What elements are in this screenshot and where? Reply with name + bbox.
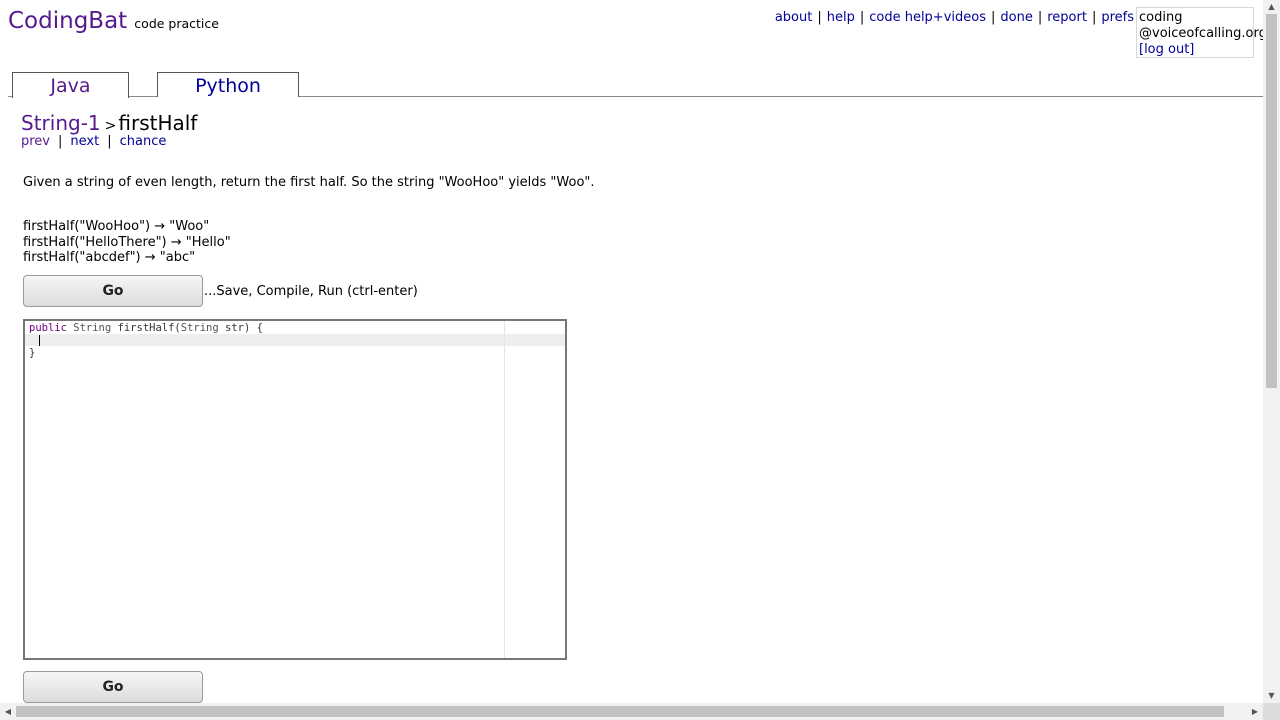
example-item: firstHalf("WooHoo") → "Woo" — [23, 219, 210, 234]
nav-separator: | — [817, 10, 822, 25]
text-cursor — [39, 335, 40, 346]
scroll-up-icon[interactable]: ▲ — [1263, 0, 1280, 14]
nav-separator: | — [107, 134, 112, 149]
tab-python[interactable]: Python — [157, 72, 299, 97]
vertical-scroll-thumb[interactable] — [1266, 14, 1277, 388]
example-item: firstHalf("abcdef") → "abc" — [23, 250, 196, 265]
nav-separator: | — [990, 10, 996, 25]
code-keyword: public — [29, 322, 67, 334]
nav-separator: | — [1091, 10, 1097, 25]
problem-description: Given a string of even length, return th… — [23, 175, 595, 190]
logout-link[interactable]: [log out] — [1139, 42, 1253, 58]
user-email-line1: coding — [1139, 10, 1183, 25]
problem-nav: prev | next | chance — [21, 134, 166, 149]
code-tail: str) { — [225, 322, 263, 334]
example-item: firstHalf("HelloThere") → "Hello" — [23, 234, 231, 250]
scroll-left-icon[interactable]: ◀ — [0, 703, 16, 720]
logo-title[interactable]: CodingBat — [8, 8, 127, 34]
nav-prefs-link[interactable]: prefs — [1101, 10, 1134, 25]
scroll-down-icon[interactable]: ▼ — [1263, 689, 1280, 703]
examples-list: firstHalf("WooHoo") → "Woo" firstHalf("H… — [23, 219, 231, 266]
go-button-bottom[interactable]: Go — [23, 671, 203, 703]
top-nav: about | help | code help+videos | done | report |… — [775, 10, 1134, 25]
nav-code-help-link[interactable]: code help+videos — [869, 10, 986, 25]
nav-help-link[interactable]: help — [827, 10, 855, 25]
code-content[interactable]: public String firstHalf(String str) { } — [29, 322, 263, 360]
horizontal-scrollbar[interactable]: ◀ ▶ — [0, 703, 1263, 720]
nav-done-link[interactable]: done — [1000, 10, 1032, 25]
print-margin — [504, 321, 505, 658]
code-method: firstHalf( — [117, 322, 181, 334]
user-email-line2: @voiceofcalling.org — [1139, 26, 1267, 41]
go-hint: ...Save, Compile, Run (ctrl-enter) — [204, 284, 418, 299]
scrollbar-corner — [1263, 703, 1280, 720]
nav-about-link[interactable]: about — [775, 10, 813, 25]
horizontal-scroll-thumb[interactable] — [16, 706, 1224, 717]
nav-separator: | — [859, 10, 865, 25]
breadcrumb-section-link[interactable]: String-1 — [21, 111, 101, 135]
user-box: coding @voiceofcalling.org [log out] — [1136, 7, 1267, 58]
breadcrumb-arrow: > — [104, 118, 117, 134]
go-button[interactable]: Go — [23, 275, 203, 307]
logo-subtitle: code practice — [134, 16, 219, 31]
chance-link[interactable]: chance — [120, 134, 167, 149]
nav-separator: | — [58, 134, 63, 149]
breadcrumb: String-1 > firstHalf — [21, 111, 197, 135]
tab-java[interactable]: Java — [12, 72, 129, 98]
prev-link[interactable]: prev — [21, 134, 50, 149]
code-param-type: String — [180, 322, 219, 334]
next-link[interactable]: next — [70, 134, 99, 149]
nav-report-link[interactable]: report — [1047, 10, 1087, 25]
problem-title: firstHalf — [118, 111, 198, 135]
code-editor[interactable]: public String firstHalf(String str) { } — [23, 319, 567, 660]
code-type: String — [73, 322, 112, 334]
site-logo[interactable]: CodingBat code practice — [8, 8, 219, 34]
scroll-right-icon[interactable]: ▶ — [1247, 703, 1263, 720]
nav-separator: | — [1037, 10, 1043, 25]
vertical-scrollbar[interactable]: ▲ ▼ — [1263, 0, 1280, 703]
code-closing-brace: } — [29, 347, 36, 359]
